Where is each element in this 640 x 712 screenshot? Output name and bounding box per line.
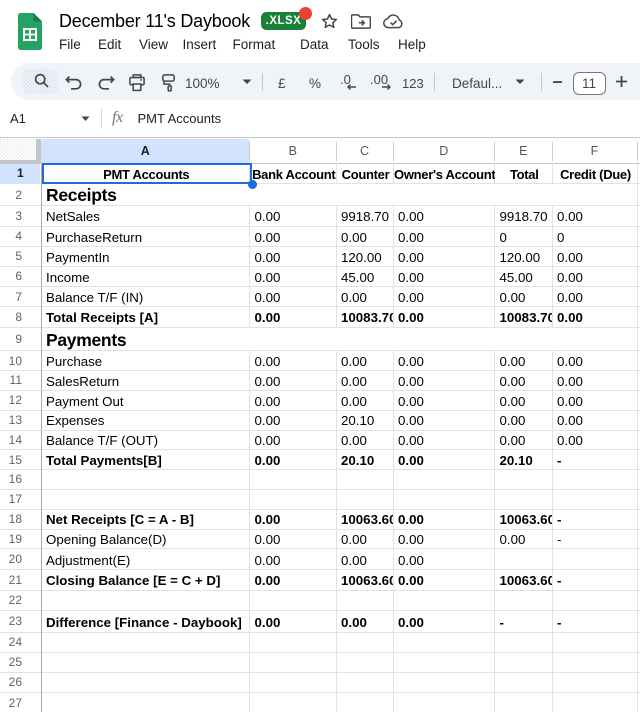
svg-text:.0: .0 [340,72,351,87]
svg-text:.00: .00 [370,72,388,87]
